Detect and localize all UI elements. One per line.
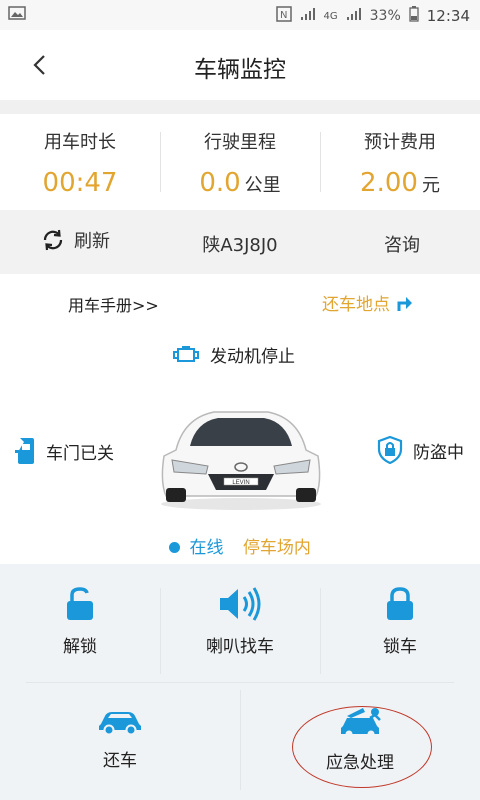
unlock-label: 解锁	[63, 637, 97, 657]
return-car-label: 还车	[103, 751, 137, 771]
stat-distance: 行驶里程 0.0 公里	[160, 114, 320, 210]
car-manual-link[interactable]: 用车手册>>	[68, 292, 159, 316]
page-title: 车辆监控	[194, 57, 286, 83]
door-status-label: 车门已关	[46, 443, 114, 464]
battery-percent: 33%	[369, 8, 401, 24]
signal-icon-2	[346, 7, 362, 25]
signal-icon	[300, 7, 316, 25]
stat-cost: 预计费用 2.00 元	[320, 114, 480, 210]
grid-divider	[26, 682, 454, 683]
return-location-link[interactable]: 还车地点	[322, 290, 414, 315]
app-header: 车辆监控	[0, 30, 480, 100]
unlock-button[interactable]: 解锁	[0, 586, 160, 657]
lock-icon	[387, 587, 413, 620]
car-door-icon	[15, 438, 34, 464]
speaker-icon	[220, 587, 261, 621]
parking-status-label: 停车场内	[242, 538, 311, 558]
battery-icon	[409, 6, 419, 26]
nfc-icon: N	[275, 6, 292, 26]
return-location-label: 还车地点	[322, 295, 390, 315]
engine-icon	[173, 345, 199, 362]
network-type: 4G	[323, 10, 338, 22]
stat-distance-label: 行驶里程	[204, 132, 276, 153]
unlock-icon	[67, 587, 93, 620]
stat-distance-value: 0.0	[199, 168, 241, 198]
car-icon	[99, 712, 141, 736]
svg-text:N: N	[280, 10, 287, 21]
gallery-notification-icon	[8, 6, 26, 24]
antitheft-status-label: 防盗中	[413, 442, 464, 463]
door-status: 车门已关	[14, 436, 114, 466]
turn-right-arrow-icon	[397, 296, 412, 311]
trip-stats: 用车时长 00:47 行驶里程 0.0 公里 预计费用 2.00 元	[0, 114, 480, 210]
online-dot-icon	[169, 542, 181, 553]
stat-cost-unit: 元	[421, 175, 440, 196]
antitheft-status: 防盗中	[377, 436, 464, 464]
stat-cost-label: 预计费用	[364, 132, 436, 153]
horn-label: 喇叭找车	[206, 637, 274, 657]
stat-duration-value: 00:47	[42, 168, 118, 198]
car-image: LEVIN	[161, 411, 321, 510]
connection-status: 在线 停车场内	[0, 533, 480, 558]
action-grid: 解锁 喇叭找车 锁车 还车 应急处理	[0, 564, 480, 800]
consult-button[interactable]: 咨询	[384, 231, 420, 257]
emergency-label: 应急处理	[326, 753, 394, 773]
engine-status-label: 发动机停止	[210, 347, 295, 367]
lock-label: 锁车	[383, 637, 417, 657]
stat-cost-value: 2.00	[360, 168, 418, 198]
emergency-button[interactable]: 应急处理	[240, 706, 480, 773]
stat-distance-unit: 公里	[244, 175, 281, 196]
divider	[0, 100, 480, 114]
stat-duration-label: 用车时长	[44, 132, 116, 153]
lock-button[interactable]: 锁车	[320, 586, 480, 657]
return-car-button[interactable]: 还车	[0, 706, 240, 771]
shield-lock-icon	[377, 436, 403, 464]
online-status-label: 在线	[189, 538, 224, 558]
horn-button[interactable]: 喇叭找车	[160, 586, 320, 657]
stat-duration: 用车时长 00:47	[0, 114, 160, 210]
car-repair-icon	[341, 708, 381, 738]
clock: 12:34	[426, 7, 470, 25]
engine-status: 发动机停止	[172, 342, 295, 367]
car-badge: LEVIN	[232, 480, 249, 486]
plate-bar: 刷新 陕A3J8J0 咨询	[0, 210, 480, 274]
status-bar: N 4G 33% 12:34	[0, 0, 480, 30]
